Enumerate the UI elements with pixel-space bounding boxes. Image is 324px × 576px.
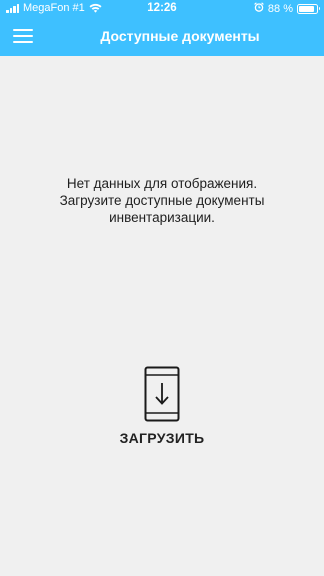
top-app-bar: MegaFon #1 12:26 88 % Доступные документ…: [0, 0, 324, 56]
empty-message-line: Нет данных для отображения.: [66, 176, 258, 191]
empty-message-line: инвентаризации.: [109, 210, 215, 225]
page-title: Доступные документы: [100, 28, 260, 44]
upload-label: ЗАГРУЗИТЬ: [119, 430, 205, 446]
hamburger-menu-icon: [13, 29, 33, 31]
battery-percent: 88 %: [267, 2, 293, 15]
menu-button[interactable]: [13, 27, 33, 45]
status-right: 88 %: [254, 2, 320, 15]
battery-icon: [297, 3, 320, 14]
alarm-icon: [254, 2, 264, 15]
upload-button[interactable]: ЗАГРУЗИТЬ: [82, 362, 242, 454]
empty-state-message: Нет данных для отображения. Загрузите до…: [24, 175, 300, 226]
screen: MegaFon #1 12:26 88 % Доступные документ…: [0, 0, 324, 576]
phone-download-icon: [144, 366, 180, 422]
battery-fill: [299, 5, 314, 12]
empty-message-line: Загрузите доступные документы: [59, 193, 265, 208]
status-bar: MegaFon #1 12:26 88 %: [0, 0, 324, 18]
nav-bar: Доступные документы: [0, 20, 324, 56]
